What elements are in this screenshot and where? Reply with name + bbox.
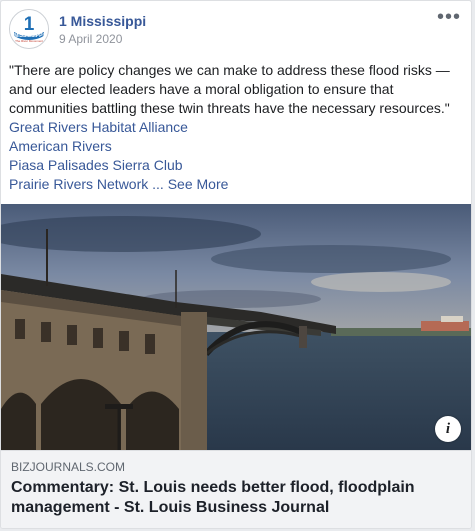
tag-link[interactable]: Great Rivers Habitat Alliance [9,118,464,137]
link-preview-image[interactable]: i [1,204,471,450]
tag-link[interactable]: American Rivers [9,137,464,156]
tag-link[interactable]: Prairie Rivers Network [9,176,148,192]
post-header: 1 MISSISSIPPI The River Movement 1 Missi… [9,7,463,53]
link-domain: bizjournals.com [11,460,126,474]
logo-subtitle: The River Movement [15,39,43,43]
bridge-photo [1,204,471,450]
link-title[interactable]: Commentary: St. Louis needs better flood… [11,478,451,518]
post-card: 1 MISSISSIPPI The River Movement 1 Missi… [0,0,472,529]
post-date[interactable]: 9 April 2020 [59,32,122,46]
info-icon[interactable]: i [435,416,461,442]
post-quote: "There are policy changes we can make to… [9,62,450,116]
post-author[interactable]: 1 Mississippi [59,13,146,29]
avatar[interactable]: 1 MISSISSIPPI The River Movement [9,9,49,49]
more-horizontal-icon[interactable]: ••• [437,7,461,27]
tag-link[interactable]: Piasa Palisades Sierra Club [9,156,464,175]
link-preview[interactable]: bizjournals.com Commentary: St. Louis ne… [1,450,471,528]
logo-numeral: 1 [24,14,35,35]
page-logo: 1 MISSISSIPPI The River Movement [10,10,48,48]
tag-link-with-see-more: Prairie Rivers Network ... See More [9,175,464,194]
post-text: "There are policy changes we can make to… [9,61,464,194]
see-more-link[interactable]: ... See More [152,176,228,192]
